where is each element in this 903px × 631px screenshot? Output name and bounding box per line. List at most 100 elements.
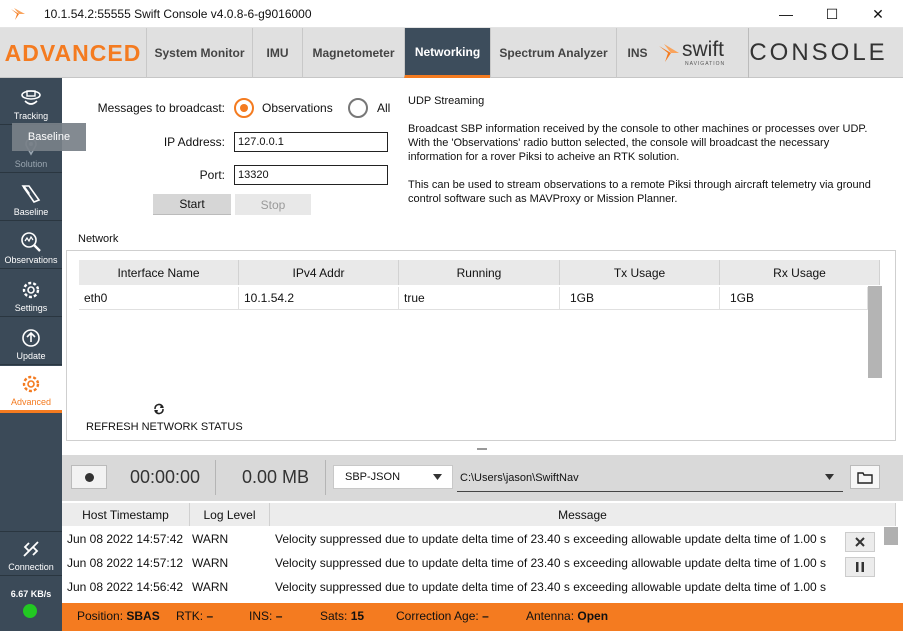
network-table-scrollbar[interactable] [868, 286, 882, 378]
info-text-line: Broadcast SBP information received by th… [408, 123, 868, 135]
info-text-line: control software such as MAVProxy or Mis… [408, 193, 678, 205]
table-cell: eth0 [79, 287, 239, 310]
recording-timer: 00:00:00 [130, 467, 201, 487]
log-timestamp: Jun 08 2022 14:56:42 [67, 580, 184, 594]
table-cell: 1GB [560, 287, 720, 310]
observations-radio[interactable] [234, 98, 254, 118]
tab-imu[interactable]: IMU [252, 28, 302, 78]
sidebar-item-update[interactable]: Update [0, 318, 62, 365]
sidebar-item-label: Baseline [13, 207, 49, 217]
refresh-network-status-button[interactable]: REFRESH NETWORK STATUS [86, 421, 243, 433]
sidebar-item-observations[interactable]: Observations [0, 222, 62, 269]
sidebar-item-label: Update [16, 351, 46, 361]
data-rate: 6.67 KB/s [10, 589, 52, 599]
network-section-label: Network [78, 233, 119, 245]
sidebar-item-label: Advanced [10, 397, 52, 407]
status-rtk: RTK: – [176, 609, 214, 623]
window-title: 10.1.54.2:55555 Swift Console v4.0.8-6-g… [44, 7, 312, 21]
info-text-line: information for a rover Piksi to acheive… [408, 151, 680, 163]
table-cell: 10.1.54.2 [239, 287, 399, 310]
browse-folder-button[interactable] [850, 465, 880, 489]
pause-log-button[interactable] [845, 557, 875, 577]
sidebar-item-baseline[interactable]: Baseline [0, 174, 62, 221]
sidebar: Tracking Solution Baseline Observations … [0, 78, 62, 631]
status-antenna: Antenna: Open [526, 609, 609, 623]
clear-log-button[interactable] [845, 532, 875, 552]
log-message: Velocity suppressed due to update delta … [275, 556, 827, 570]
tab-magnetometer[interactable]: Magnetometer [302, 28, 404, 78]
start-button[interactable]: Start [153, 194, 231, 215]
splitter-handle[interactable] [477, 448, 487, 450]
info-text-line: This can be used to stream observations … [408, 179, 871, 191]
status-sats: Sats: 15 [320, 609, 365, 623]
sidebar-item-label: Tracking [13, 111, 49, 121]
status-correction-age: Correction Age: – [396, 609, 489, 623]
recording-size: 0.00 MB [242, 467, 310, 487]
column-header-rx[interactable]: Rx Usage [720, 260, 880, 285]
advanced-icon [22, 375, 40, 393]
all-radio[interactable] [348, 98, 368, 118]
log-scrollbar[interactable] [884, 527, 898, 545]
sidebar-item-label: Observations [4, 255, 58, 265]
connection-button[interactable]: Connection [0, 531, 62, 576]
table-cell: 1GB [720, 287, 868, 310]
divider [325, 460, 326, 495]
close-icon [855, 537, 865, 547]
log-message: Velocity suppressed due to update delta … [275, 580, 827, 594]
swift-logo-icon [659, 44, 679, 62]
tab-networking[interactable]: Networking [404, 28, 490, 78]
table-cell: true [399, 287, 560, 310]
column-header-log-level[interactable]: Log Level [190, 503, 270, 526]
observations-icon [21, 232, 41, 252]
column-header-message[interactable]: Message [270, 503, 896, 526]
path-combobox-value: C:\Users\jason\SwiftNav [460, 472, 579, 484]
swift-navigation-logo: swift NAVIGATION [658, 36, 738, 70]
log-level: WARN [192, 532, 229, 546]
status-ins: INS: – [249, 609, 283, 623]
pause-icon [856, 562, 864, 572]
sidebar-item-advanced[interactable]: Advanced [0, 366, 62, 413]
log-level: WARN [192, 556, 229, 570]
sidebar-item-settings[interactable]: Settings [0, 270, 62, 317]
record-button[interactable] [71, 465, 107, 489]
format-select-value: SBP-JSON [345, 471, 401, 483]
column-header-ipv4[interactable]: IPv4 Addr [239, 260, 399, 285]
sidebar-item-tracking[interactable]: Tracking [0, 78, 62, 125]
column-header-tx[interactable]: Tx Usage [560, 260, 720, 285]
all-radio-label: All [377, 101, 391, 115]
divider [215, 460, 216, 495]
sidebar-tooltip: Baseline [12, 123, 86, 151]
column-header-running[interactable]: Running [399, 260, 560, 285]
sidebar-item-label: Solution [14, 159, 48, 169]
title-bar: 10.1.54.2:55555 Swift Console v4.0.8-6-g… [0, 0, 903, 28]
top-tab-bar: ADVANCED System Monitor IMU Magnetometer… [0, 28, 903, 78]
record-icon [84, 472, 94, 482]
observations-radio-label: Observations [262, 101, 333, 115]
sidebar-item-label: Settings [14, 303, 48, 313]
refresh-icon[interactable] [153, 403, 165, 415]
logo-subtext: NAVIGATION [685, 61, 726, 67]
section-title: ADVANCED [4, 39, 142, 66]
stop-button[interactable]: Stop [235, 194, 311, 215]
update-icon [22, 329, 40, 347]
port-input[interactable]: 13320 [234, 165, 388, 185]
path-combobox[interactable]: C:\Users\jason\SwiftNav [457, 465, 843, 492]
port-label: Port: [199, 168, 225, 182]
column-header-interface[interactable]: Interface Name [79, 260, 239, 285]
folder-icon [857, 471, 873, 484]
log-message: Velocity suppressed due to update delta … [275, 532, 827, 546]
close-button[interactable]: ✕ [855, 0, 901, 28]
tab-spectrum-analyzer[interactable]: Spectrum Analyzer [490, 28, 616, 78]
ip-address-input[interactable]: 127.0.0.1 [234, 132, 388, 152]
tab-system-monitor[interactable]: System Monitor [146, 28, 252, 78]
settings-icon [22, 281, 40, 299]
column-header-timestamp[interactable]: Host Timestamp [62, 503, 190, 526]
ip-address-label: IP Address: [163, 135, 225, 149]
tracking-icon [21, 90, 41, 105]
status-position: Position: SBAS [77, 609, 160, 623]
maximize-button[interactable]: ☐ [809, 0, 855, 28]
tab-ins[interactable]: INS [616, 28, 658, 78]
minimize-button[interactable]: — [763, 0, 809, 28]
connection-label: Connection [8, 562, 54, 572]
console-label: CONSOLE [748, 28, 888, 78]
